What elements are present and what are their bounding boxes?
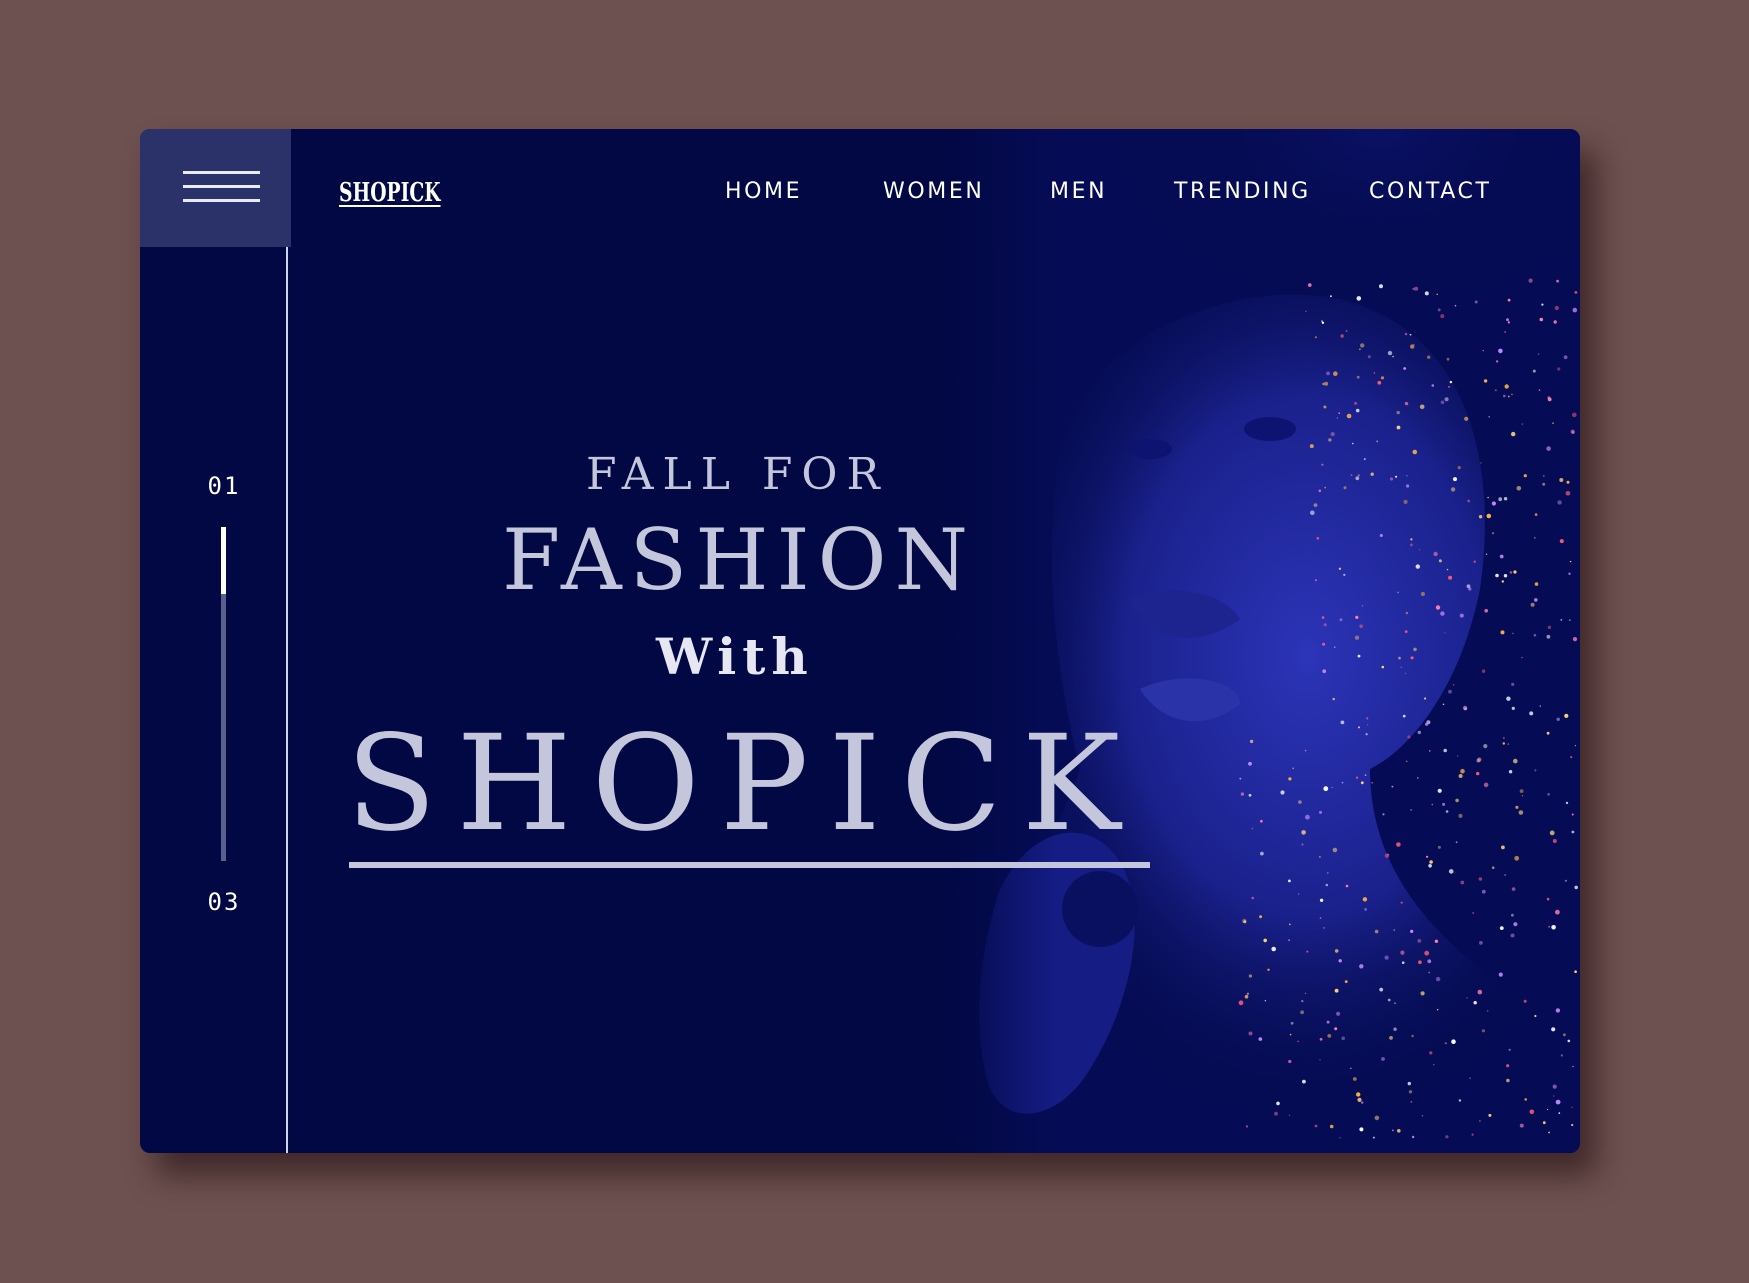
slide-total-number: 03	[207, 888, 241, 916]
hero-line-fashion: FASHION	[502, 511, 976, 609]
nav-trending[interactable]: TRENDING	[1174, 179, 1311, 204]
brand-logo[interactable]: SHOPICK	[339, 178, 441, 208]
left-rail: 01 03	[140, 129, 291, 1153]
nav-women[interactable]: WOMEN	[883, 179, 984, 204]
landing-page-frame: 01 03 SHOPICK HOME WOMEN MEN TRENDING CO…	[140, 129, 1580, 1153]
nav-men[interactable]: MEN	[1050, 179, 1107, 204]
hero-portrait-image	[940, 129, 1580, 1153]
slide-progress-track	[221, 527, 226, 861]
nav-contact[interactable]: CONTACT	[1369, 179, 1492, 204]
nav-home[interactable]: HOME	[725, 179, 802, 204]
hero-line-shopick: SHOPICK	[346, 707, 1141, 861]
slide-current-number: 01	[207, 472, 241, 500]
hamburger-menu-icon[interactable]	[140, 129, 291, 247]
hero-underline	[349, 862, 1150, 868]
slide-progress-fill	[221, 527, 226, 594]
hero-line-with: With	[656, 627, 814, 686]
hero-line-fall-for: FALL FOR	[586, 449, 889, 500]
